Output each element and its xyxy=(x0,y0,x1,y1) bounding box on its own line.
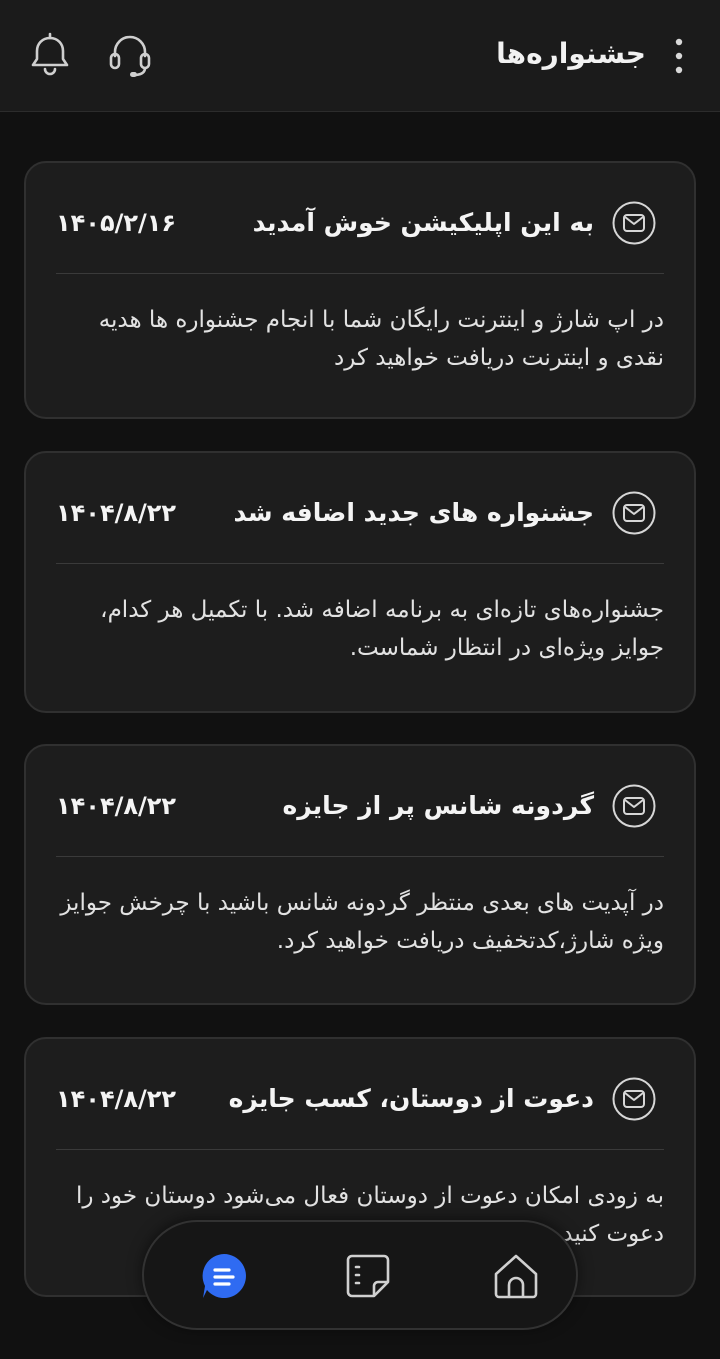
notification-card[interactable]: گردونه شانس پر از جایزه ۱۴۰۴/۸/۲۲ در آپد… xyxy=(24,744,696,1005)
notification-body: جشنواره‌های تازه‌ای به برنامه اضافه شد. … xyxy=(100,597,664,661)
notification-title: جشنواره های جدید اضافه شد xyxy=(233,498,594,527)
cards-icon[interactable] xyxy=(342,1250,394,1302)
divider xyxy=(56,273,664,274)
notification-body: در اپ شارژ و اینترنت رایگان شما با انجام… xyxy=(98,307,664,371)
mail-icon xyxy=(612,1077,656,1121)
home-icon[interactable] xyxy=(490,1250,542,1302)
notification-date: ۱۴۰۵/۲/۱۶ xyxy=(56,209,177,237)
mail-icon xyxy=(612,784,656,828)
notification-card[interactable]: جشنواره های جدید اضافه شد ۱۴۰۴/۸/۲۲ جشنو… xyxy=(24,451,696,713)
notification-title: دعوت از دوستان، کسب جایزه xyxy=(228,1084,594,1113)
bottom-navigation xyxy=(142,1220,578,1330)
page-title: جشنواره‌ها xyxy=(496,37,646,70)
mail-icon xyxy=(612,201,656,245)
bell-icon[interactable] xyxy=(28,32,72,78)
notification-title: به این اپلیکیشن خوش آمدید xyxy=(252,208,594,237)
divider xyxy=(56,563,664,564)
headset-support-icon[interactable] xyxy=(108,32,152,78)
festivals-icon[interactable] xyxy=(198,1250,250,1302)
divider xyxy=(56,856,664,857)
notification-card[interactable]: به این اپلیکیشن خوش آمدید ۱۴۰۵/۲/۱۶ در ا… xyxy=(24,161,696,419)
divider xyxy=(56,1149,664,1150)
notification-title: گردونه شانس پر از جایزه xyxy=(282,791,594,820)
more-vertical-icon[interactable] xyxy=(668,36,690,76)
notification-date: ۱۴۰۴/۸/۲۲ xyxy=(56,1085,177,1113)
mail-icon xyxy=(612,491,656,535)
notification-body: در آپدیت های بعدی منتظر گردونه شانس باشی… xyxy=(60,890,664,954)
notification-date: ۱۴۰۴/۸/۲۲ xyxy=(56,792,177,820)
notification-date: ۱۴۰۴/۸/۲۲ xyxy=(56,499,177,527)
app-header: جشنواره‌ها xyxy=(0,0,720,112)
